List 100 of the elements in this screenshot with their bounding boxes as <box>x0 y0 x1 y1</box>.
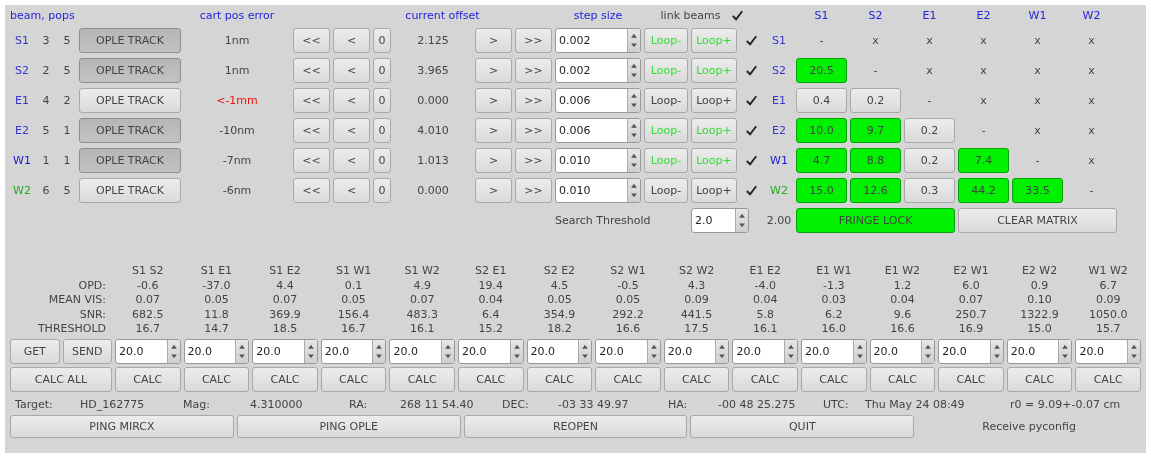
calc-all-button[interactable]: CALC ALL <box>10 366 112 392</box>
spin-arrows-icon[interactable] <box>1058 339 1072 363</box>
spin-arrows-icon[interactable] <box>627 179 640 202</box>
spin-arrows-icon[interactable] <box>627 29 640 52</box>
threshold-spinbox[interactable]: 20.0 <box>183 338 250 364</box>
clear-matrix-button[interactable]: CLEAR MATRIX <box>958 208 1117 233</box>
forward-button[interactable]: > <box>475 28 512 53</box>
loop-plus-button[interactable]: Loop+ <box>691 88 737 113</box>
matrix-value-button[interactable]: 7.4 <box>958 148 1009 173</box>
zero-button[interactable]: 0 <box>373 148 391 173</box>
ople-track-button[interactable]: OPLE TRACK <box>79 58 181 83</box>
calc-button[interactable]: CALC <box>252 366 318 392</box>
action-button[interactable]: PING OPLE <box>236 414 461 438</box>
calc-button[interactable]: CALC <box>115 366 181 392</box>
loop-minus-button[interactable]: Loop- <box>644 178 688 203</box>
threshold-spinbox[interactable]: 20.0 <box>1075 338 1141 364</box>
calc-button[interactable]: CALC <box>320 366 387 392</box>
fast-back-button[interactable]: << <box>293 148 330 173</box>
spin-arrows-icon[interactable] <box>627 59 640 82</box>
matrix-value-button[interactable]: 33.5 <box>1012 178 1063 203</box>
spin-arrows-icon[interactable] <box>372 339 386 363</box>
zero-button[interactable]: 0 <box>373 88 391 113</box>
step-size-spinbox[interactable]: 0.002 <box>555 28 641 53</box>
step-size-spinbox[interactable]: 0.010 <box>555 148 641 173</box>
forward-button[interactable]: > <box>475 88 512 113</box>
fast-back-button[interactable]: << <box>293 118 330 143</box>
threshold-spinbox[interactable]: 20.0 <box>663 338 730 364</box>
action-button[interactable]: QUIT <box>690 414 915 438</box>
loop-plus-button[interactable]: Loop+ <box>691 178 737 203</box>
spin-arrows-icon[interactable] <box>1127 339 1140 363</box>
spin-arrows-icon[interactable] <box>715 339 729 363</box>
spin-arrows-icon[interactable] <box>578 339 592 363</box>
zero-button[interactable]: 0 <box>373 118 391 143</box>
fast-forward-button[interactable]: >> <box>515 148 552 173</box>
fast-forward-button[interactable]: >> <box>515 178 552 203</box>
matrix-value-button[interactable]: 0.3 <box>904 178 955 203</box>
threshold-spinbox[interactable]: 20.0 <box>115 338 181 364</box>
fast-back-button[interactable]: << <box>293 88 330 113</box>
ople-track-button[interactable]: OPLE TRACK <box>79 118 181 143</box>
spin-arrows-icon[interactable] <box>235 339 249 363</box>
fringe-lock-button[interactable]: FRINGE LOCK <box>796 208 955 233</box>
calc-button[interactable]: CALC <box>458 366 524 392</box>
threshold-spinbox[interactable]: 20.0 <box>938 338 1004 364</box>
threshold-spinbox[interactable]: 20.0 <box>732 338 798 364</box>
calc-button[interactable]: CALC <box>595 366 661 392</box>
spin-arrows-icon[interactable] <box>441 339 454 363</box>
matrix-value-button[interactable]: 0.2 <box>850 88 901 113</box>
ople-track-button[interactable]: OPLE TRACK <box>79 88 181 113</box>
fast-forward-button[interactable]: >> <box>515 118 552 143</box>
spin-arrows-icon[interactable] <box>989 339 1003 363</box>
calc-button[interactable]: CALC <box>183 366 250 392</box>
matrix-value-button[interactable]: 44.2 <box>958 178 1009 203</box>
back-button[interactable]: < <box>333 28 370 53</box>
get-button[interactable]: GET <box>10 338 60 364</box>
send-button[interactable]: SEND <box>62 338 112 364</box>
threshold-spinbox[interactable]: 20.0 <box>252 338 318 364</box>
spin-arrows-icon[interactable] <box>303 339 317 363</box>
calc-button[interactable]: CALC <box>869 366 936 392</box>
spin-arrows-icon[interactable] <box>627 149 640 172</box>
back-button[interactable]: < <box>333 58 370 83</box>
spin-arrows-icon[interactable] <box>921 339 935 363</box>
action-button[interactable]: REOPEN <box>463 414 688 438</box>
back-button[interactable]: < <box>333 178 370 203</box>
zero-button[interactable]: 0 <box>373 178 391 203</box>
step-size-spinbox[interactable]: 0.006 <box>555 88 641 113</box>
threshold-spinbox[interactable]: 20.0 <box>526 338 593 364</box>
action-button[interactable]: PING MIRCX <box>10 414 234 438</box>
link-checkbox[interactable] <box>743 183 759 198</box>
link-checkbox[interactable] <box>743 93 759 108</box>
forward-button[interactable]: > <box>475 148 512 173</box>
threshold-spinbox[interactable]: 20.0 <box>801 338 867 364</box>
threshold-spinbox[interactable]: 20.0 <box>458 338 524 364</box>
calc-button[interactable]: CALC <box>1006 366 1073 392</box>
calc-button[interactable]: CALC <box>389 366 455 392</box>
link-checkbox[interactable] <box>743 33 759 48</box>
matrix-value-button[interactable]: 0.2 <box>904 118 955 143</box>
fast-back-button[interactable]: << <box>293 178 330 203</box>
calc-button[interactable]: CALC <box>663 366 730 392</box>
fast-forward-button[interactable]: >> <box>515 58 552 83</box>
threshold-spinbox[interactable]: 2.0 <box>691 208 749 233</box>
spin-arrows-icon[interactable] <box>627 119 640 142</box>
zero-button[interactable]: 0 <box>373 28 391 53</box>
matrix-value-button[interactable]: 8.8 <box>850 148 901 173</box>
matrix-value-button[interactable]: 4.7 <box>796 148 847 173</box>
matrix-value-button[interactable]: 0.4 <box>796 88 847 113</box>
threshold-spinbox[interactable]: 20.0 <box>595 338 661 364</box>
forward-button[interactable]: > <box>475 58 512 83</box>
step-size-spinbox[interactable]: 0.010 <box>555 178 641 203</box>
link-checkbox[interactable] <box>743 153 759 168</box>
back-button[interactable]: < <box>333 88 370 113</box>
threshold-spinbox[interactable]: 20.0 <box>1006 338 1073 364</box>
calc-button[interactable]: CALC <box>526 366 593 392</box>
threshold-spinbox[interactable]: 20.0 <box>389 338 455 364</box>
step-size-spinbox[interactable]: 0.006 <box>555 118 641 143</box>
spin-arrows-icon[interactable] <box>852 339 866 363</box>
matrix-value-button[interactable]: 12.6 <box>850 178 901 203</box>
matrix-value-button[interactable]: 10.0 <box>796 118 847 143</box>
zero-button[interactable]: 0 <box>373 58 391 83</box>
forward-button[interactable]: > <box>475 178 512 203</box>
spin-arrows-icon[interactable] <box>627 89 640 112</box>
